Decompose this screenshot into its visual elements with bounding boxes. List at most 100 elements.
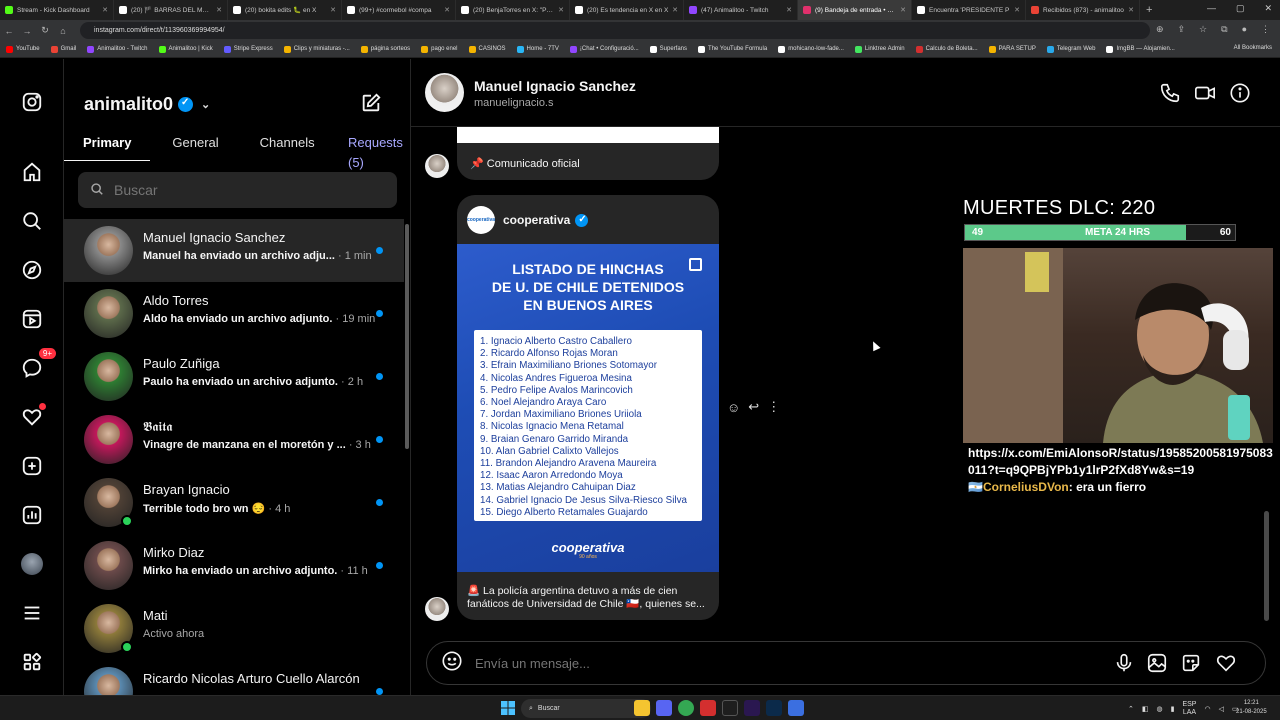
reply-icon[interactable]: ↩ [748, 399, 759, 415]
browser-tab[interactable]: (20) Es tendencia en X en X ✕ [570, 0, 684, 20]
close-tab-icon[interactable]: ✕ [330, 6, 336, 14]
app-icon[interactable] [722, 700, 738, 716]
close-tab-icon[interactable]: ✕ [900, 6, 906, 14]
browser-tab[interactable]: (20) bokita edits 🐛 en X ✕ [228, 0, 342, 20]
close-tab-icon[interactable]: ✕ [558, 6, 564, 14]
forward-icon[interactable]: → [18, 26, 36, 36]
voice-clip-icon[interactable] [1113, 652, 1135, 679]
conversation-item[interactable]: Manuel Ignacio Sanchez Manuel ha enviado … [64, 219, 404, 282]
profile-avatar-icon[interactable] [20, 552, 44, 576]
maximize-icon[interactable]: ▢ [1236, 3, 1245, 14]
close-window-icon[interactable]: ✕ [1264, 3, 1272, 14]
volume-icon[interactable]: ◁ [1219, 705, 1224, 713]
app-icon[interactable] [700, 700, 716, 716]
home-nav-icon[interactable] [20, 160, 44, 184]
all-bookmarks-link[interactable]: All Bookmarks [1234, 45, 1272, 51]
instagram-logo-icon[interactable] [20, 90, 44, 114]
like-heart-icon[interactable] [1215, 652, 1237, 679]
search-input[interactable] [114, 182, 364, 198]
url-field[interactable]: instagram.com/direct/t/113960369994954/ [80, 22, 1150, 39]
profile-icon[interactable]: ● [1242, 24, 1247, 35]
new-message-icon[interactable] [360, 92, 382, 119]
shared-post-image[interactable]: LISTADO DE HINCHAS DE U. DE CHILE DETENI… [457, 244, 719, 572]
sender-avatar[interactable] [425, 597, 449, 621]
inbox-scrollbar[interactable] [405, 224, 409, 449]
sticker-icon[interactable] [1180, 652, 1202, 679]
browser-tab[interactable]: (9) Bandeja de entrada • Chat ✕ [798, 0, 912, 20]
more-menu-icon[interactable] [20, 601, 44, 625]
app-tray-icon[interactable]: ◍ [1157, 705, 1163, 713]
tab-primary[interactable]: Primary [64, 133, 151, 161]
conversation-item[interactable]: 𝕭𝖆𝖎𝖙𝖆 Vinagre de manzana en el moretón y … [64, 408, 404, 471]
browser-tab[interactable]: (99+) #cormebol #compa ✕ [342, 0, 456, 20]
menu-icon[interactable]: ⋮ [1261, 24, 1270, 35]
bookmark-item[interactable]: Telegram Web [1046, 45, 1095, 53]
info-icon[interactable] [1229, 82, 1251, 109]
new-tab-icon[interactable]: + [1146, 4, 1152, 16]
bookmark-item[interactable]: mohicano-low-fade... [778, 45, 844, 53]
bookmark-star-icon[interactable]: ☆ [1199, 24, 1207, 35]
taskbar-clock[interactable]: 12:21 21-08-2025 [1236, 699, 1267, 717]
bookmark-item[interactable]: Animalitoo | Kick [158, 45, 213, 53]
conversation-item[interactable]: Mirko Diaz Mirko ha enviado un archivo ad… [64, 534, 404, 597]
create-icon[interactable] [20, 454, 44, 478]
bookmark-item[interactable]: ImgBB — Alojamien... [1106, 45, 1175, 53]
message-input[interactable] [475, 655, 1075, 671]
zoom-icon[interactable]: ⊕ [1156, 24, 1164, 35]
bookmark-item[interactable]: YouTube [6, 45, 40, 53]
emoji-icon[interactable] [441, 650, 463, 677]
app-tray-icon[interactable]: ◧ [1142, 705, 1149, 713]
also-from-meta-icon[interactable] [20, 650, 44, 674]
bookmark-item[interactable]: Clips y miniaturas -... [283, 45, 350, 53]
close-tab-icon[interactable]: ✕ [216, 6, 222, 14]
minimize-icon[interactable]: — [1207, 3, 1216, 14]
conversation-item[interactable]: Brayan Ignacio Terrible todo bro wn 😔 · 4… [64, 471, 404, 534]
conversation-item[interactable]: Paulo Zuñiga Paulo ha enviado un archivo … [64, 345, 404, 408]
share-icon[interactable]: ⇪ [1178, 24, 1186, 35]
back-icon[interactable]: ← [0, 26, 18, 36]
tab-channels[interactable]: Channels [238, 133, 334, 161]
more-options-icon[interactable]: ⋮ [767, 399, 780, 415]
close-tab-icon[interactable]: ✕ [1128, 6, 1134, 14]
bookmark-item[interactable]: Home - 7TV [516, 45, 559, 53]
bookmark-item[interactable]: PARA SETUP [988, 45, 1036, 53]
messages-icon[interactable]: 9+ [20, 348, 56, 380]
browser-tab[interactable]: Stream - Kick Dashboard ✕ [0, 0, 114, 20]
browser-tab[interactable]: (20) BenjaTorres en X: "Poder ✕ [456, 0, 570, 20]
dashboard-icon[interactable] [20, 503, 44, 527]
bookmark-item[interactable]: Stripe Express [223, 45, 273, 53]
language-indicator[interactable]: ESP LAA [1182, 701, 1196, 717]
app-icon[interactable] [788, 700, 804, 716]
reload-icon[interactable]: ↻ [36, 25, 54, 36]
close-tab-icon[interactable]: ✕ [1014, 6, 1020, 14]
close-tab-icon[interactable]: ✕ [102, 6, 108, 14]
home-icon[interactable]: ⌂ [54, 26, 72, 36]
notifications-heart-icon[interactable] [20, 403, 46, 429]
browser-tab[interactable]: (20) 🏴 BARRAS DEL MUNDO ✕ [114, 0, 228, 20]
explore-icon[interactable] [20, 258, 44, 282]
bookmark-item[interactable]: The YouTube Formula [698, 45, 767, 53]
shared-post-message[interactable]: 📌 Comunicado oficial [457, 127, 719, 180]
discord-icon[interactable] [656, 700, 672, 716]
bookmark-item[interactable]: pago enel [421, 45, 458, 53]
tray-chevron-icon[interactable]: ⌃ [1128, 705, 1134, 713]
app-tray-icon[interactable]: ▮ [1171, 705, 1175, 713]
wifi-icon[interactable]: ◠ [1204, 705, 1210, 713]
bookmark-item[interactable]: página sorteos [360, 45, 410, 53]
video-call-icon[interactable] [1194, 82, 1216, 109]
add-photo-icon[interactable] [1146, 652, 1168, 679]
phone-call-icon[interactable] [1159, 82, 1181, 109]
chat-avatar[interactable] [425, 73, 464, 112]
browser-tab[interactable]: (47) Animalitoo - Twitch ✕ [684, 0, 798, 20]
bookmark-item[interactable]: Calculo de Boleta... [915, 45, 978, 53]
photoshop-icon[interactable] [766, 700, 782, 716]
premiere-icon[interactable] [744, 700, 760, 716]
bookmark-item[interactable]: Superfans [649, 45, 687, 53]
bookmark-item[interactable]: Gmail [50, 45, 76, 53]
bookmark-item[interactable]: Linktree Admin [854, 45, 905, 53]
browser-tab[interactable]: Encuentra 'PRESIDENTE P ✕ [912, 0, 1026, 20]
react-emoji-icon[interactable]: ☺ [727, 400, 740, 415]
bookmark-item[interactable]: ¡Chat • Configuració... [569, 45, 639, 53]
shared-post-message[interactable]: cooperativa cooperativa LISTADO DE HINCH… [457, 195, 719, 620]
tab-requests[interactable]: Requests (5) [329, 133, 422, 170]
